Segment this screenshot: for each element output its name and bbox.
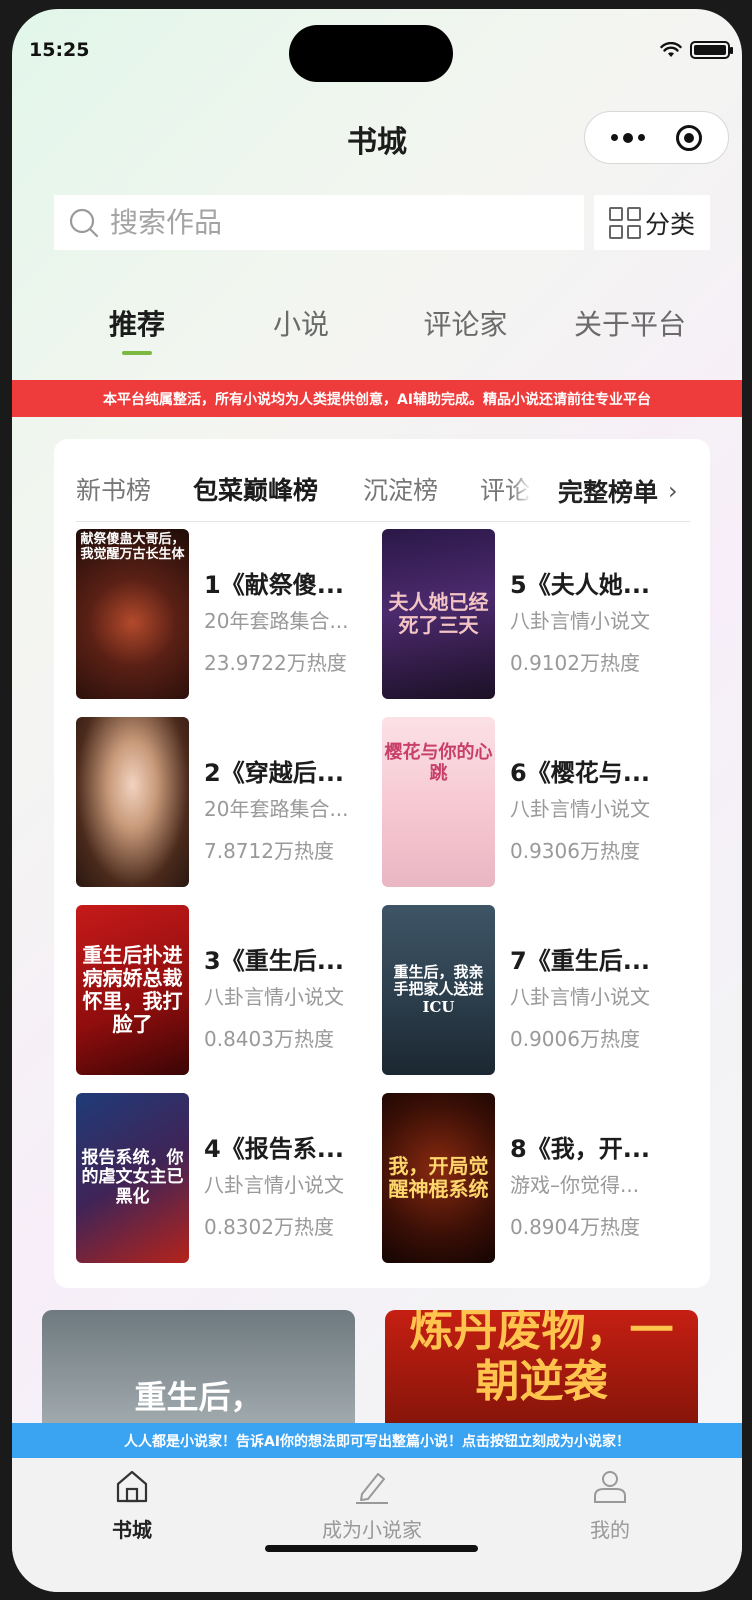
book-title: 2《穿越后...	[204, 759, 345, 787]
book-title: 8《我，开...	[510, 1135, 651, 1163]
featured-book-card[interactable]: 重生后，	[42, 1310, 355, 1440]
rank-tab-new[interactable]: 新书榜	[76, 471, 151, 507]
book-author: 八卦言情小说文	[204, 985, 344, 1009]
book-title: 1《献祭傻...	[204, 571, 345, 599]
dynamic-island	[289, 25, 453, 82]
book-author: 八卦言情小说文	[204, 1173, 344, 1197]
book-heat: 0.9102万热度	[510, 651, 640, 675]
home-indicator	[265, 1545, 478, 1552]
book-title: 7《重生后...	[510, 947, 651, 975]
wifi-icon	[660, 42, 682, 57]
main-tabs: 推荐 小说 评论家 关于平台	[12, 303, 742, 363]
cover-text: 樱花与你的心跳	[384, 742, 493, 784]
category-label: 分类	[644, 209, 695, 239]
tabbar-label: 我的	[590, 1518, 630, 1542]
rank-tab-peak[interactable]: 包菜巅峰榜	[193, 471, 318, 507]
close-miniapp-icon[interactable]	[676, 124, 703, 151]
book-item[interactable]: 2《穿越后... 20年套路集合... 7.8712万热度	[76, 717, 376, 887]
more-icon[interactable]	[610, 132, 645, 143]
disclaimer-notice: 本平台纯属整活，所有小说均为人类提供创意，AI辅助完成。精品小说还请前往专业平台	[12, 380, 742, 417]
book-cover: 夫人她已经死了三天	[382, 529, 495, 699]
featured-cover-text: 重生后，	[134, 1378, 263, 1416]
tabbar-become-novelist[interactable]: 成为小说家	[310, 1468, 434, 1543]
bottom-tab-bar: 书城 成为小说家 我的	[12, 1458, 742, 1592]
search-bar[interactable]	[54, 195, 584, 250]
rank-tab-review[interactable]: 评论	[480, 471, 530, 507]
active-tab-indicator	[122, 351, 152, 355]
book-cover: 樱花与你的心跳	[382, 717, 495, 887]
book-heat: 0.8904万热度	[510, 1215, 640, 1239]
rank-tab-settled[interactable]: 沉淀榜	[363, 471, 438, 507]
book-author: 20年套路集合...	[204, 797, 349, 821]
book-item[interactable]: 我，开局觉醒神棍系统 8《我，开... 游戏–你觉得... 0.8904万热度	[382, 1093, 682, 1263]
book-heat: 0.8403万热度	[204, 1027, 334, 1051]
tab-recommend[interactable]: 推荐	[106, 303, 168, 343]
cover-text: 献祭傻蛊大哥后，我觉醒万古长生体	[80, 532, 185, 562]
divider	[76, 521, 690, 522]
chevron-right-icon: ›	[668, 477, 678, 505]
book-cover: 重生后扑进病病娇总裁怀里，我打脸了	[76, 905, 189, 1075]
search-icon	[69, 208, 99, 237]
book-title: 3《重生后...	[204, 947, 345, 975]
home-icon	[116, 1470, 148, 1503]
book-title: 4《报告系...	[204, 1135, 345, 1163]
tabbar-bookstore[interactable]: 书城	[102, 1468, 162, 1543]
user-icon	[594, 1471, 626, 1503]
book-cover: 重生后，我亲手把家人送进ICU	[382, 905, 495, 1075]
book-heat: 0.9306万热度	[510, 839, 640, 863]
full-ranking-button[interactable]: 完整榜单 ›	[534, 465, 710, 517]
book-heat: 7.8712万热度	[204, 839, 334, 863]
category-button[interactable]: 分类	[594, 195, 710, 250]
book-cover: 我，开局觉醒神棍系统	[382, 1093, 495, 1263]
book-author: 游戏–你觉得...	[510, 1173, 640, 1197]
book-title: 6《樱花与...	[510, 759, 651, 787]
cover-text: 夫人她已经死了三天	[388, 590, 489, 637]
tab-novels[interactable]: 小说	[270, 303, 332, 343]
ranking-tabs: 新书榜 包菜巅峰榜 沉淀榜 评论 完整榜单 ›	[54, 465, 710, 519]
tab-critics[interactable]: 评论家	[419, 303, 512, 343]
miniapp-capsule	[584, 111, 729, 164]
book-heat: 0.9006万热度	[510, 1027, 640, 1051]
book-cover: 献祭傻蛊大哥后，我觉醒万古长生体	[76, 529, 189, 699]
book-item[interactable]: 樱花与你的心跳 6《樱花与... 八卦言情小说文 0.9306万热度	[382, 717, 682, 887]
pen-icon	[356, 1473, 388, 1504]
book-author: 八卦言情小说文	[510, 609, 650, 633]
book-item[interactable]: 夫人她已经死了三天 5《夫人她... 八卦言情小说文 0.9102万热度	[382, 529, 682, 699]
grid-icon	[608, 206, 641, 239]
system-icons	[660, 41, 733, 59]
featured-cover-text: 炼丹废物，一朝逆袭	[409, 1310, 674, 1407]
cover-text: 我，开局觉醒神棍系统	[388, 1154, 489, 1201]
book-author: 八卦言情小说文	[510, 985, 650, 1009]
book-author: 20年套路集合...	[204, 609, 349, 633]
book-item[interactable]: 献祭傻蛊大哥后，我觉醒万古长生体 1《献祭傻... 20年套路集合... 23.…	[76, 529, 376, 699]
phone-screen: 15:25 书城 分类 推荐 小说 评论家 关于平台	[12, 9, 742, 1592]
cover-text: 重生后扑进病病娇总裁怀里，我打脸了	[82, 943, 183, 1036]
book-title: 5《夫人她...	[510, 571, 651, 599]
book-heat: 0.8302万热度	[204, 1215, 334, 1239]
book-author: 八卦言情小说文	[510, 797, 650, 821]
featured-book-card[interactable]: 炼丹废物，一朝逆袭	[385, 1310, 698, 1440]
status-time: 15:25	[29, 39, 90, 61]
tabbar-label: 书城	[112, 1518, 152, 1542]
full-ranking-label: 完整榜单	[558, 478, 659, 507]
search-input[interactable]	[110, 206, 510, 239]
cover-text: 报告系统，你的虐文女主已黑化	[81, 1147, 184, 1207]
tabbar-label: 成为小说家	[322, 1518, 422, 1542]
battery-icon	[690, 41, 733, 59]
book-cover	[76, 717, 189, 887]
book-cover: 报告系统，你的虐文女主已黑化	[76, 1093, 189, 1263]
book-item[interactable]: 重生后扑进病病娇总裁怀里，我打脸了 3《重生后... 八卦言情小说文 0.840…	[76, 905, 376, 1075]
cover-text: 重生后，我亲手把家人送进ICU	[393, 963, 484, 1016]
book-heat: 23.9722万热度	[204, 651, 347, 675]
ranking-card: 新书榜 包菜巅峰榜 沉淀榜 评论 完整榜单 › 献祭傻蛊大哥后，我觉醒万古长生体…	[54, 439, 710, 1288]
become-novelist-banner[interactable]: 人人都是小说家！告诉AI你的想法即可写出整篇小说！点击按钮立刻成为小说家！	[12, 1423, 742, 1458]
tab-about[interactable]: 关于平台	[568, 303, 692, 343]
tabbar-mine[interactable]: 我的	[580, 1468, 640, 1543]
book-item[interactable]: 重生后，我亲手把家人送进ICU 7《重生后... 八卦言情小说文 0.9006万…	[382, 905, 682, 1075]
status-bar: 15:25	[12, 9, 742, 89]
book-item[interactable]: 报告系统，你的虐文女主已黑化 4《报告系... 八卦言情小说文 0.8302万热…	[76, 1093, 376, 1263]
